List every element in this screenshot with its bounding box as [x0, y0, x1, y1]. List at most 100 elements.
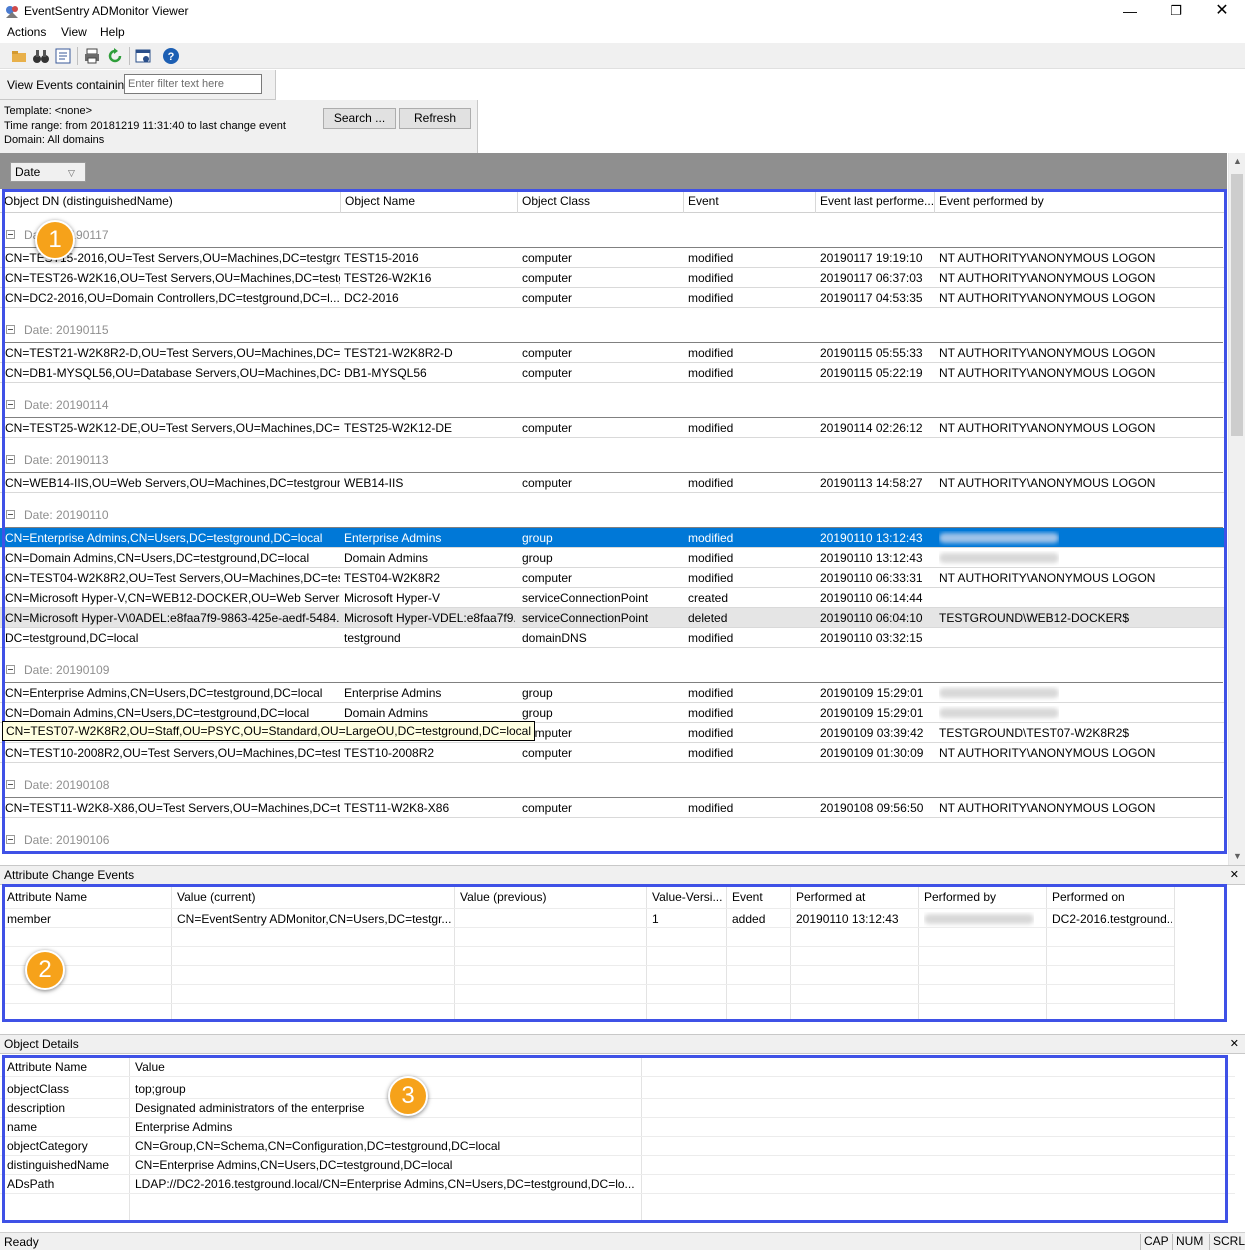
cell-performed-by — [939, 706, 1059, 721]
print-icon[interactable] — [83, 47, 101, 65]
col-performed-at-header[interactable]: Performed at — [796, 890, 865, 904]
cell-performed-at[interactable]: 20190110 13:12:43 — [796, 912, 899, 926]
table-row[interactable]: CN=TEST07-W2K8R2,OU=Staff,OU=PSYC,OU=Sta… — [0, 721, 1227, 743]
col-event-performed-by-header[interactable]: Event performed by — [935, 191, 1227, 213]
group-header-row[interactable]: Date: 20190117 — [0, 213, 1227, 248]
table-row[interactable]: CN=Enterprise Admins,CN=Users,DC=testgro… — [0, 683, 1227, 703]
table-row[interactable]: CN=TEST15-2016,OU=Test Servers,OU=Machin… — [0, 248, 1227, 268]
table-row[interactable]: ADsPath LDAP://DC2-2016.testground.local/… — [0, 1175, 1235, 1194]
group-header-row[interactable]: Date: 20190110 — [0, 493, 1227, 528]
table-row[interactable]: CN=Microsoft Hyper-V,CN=WEB12-DOCKER,OU=… — [0, 588, 1227, 608]
table-row[interactable]: CN=TEST26-W2K16,OU=Test Servers,OU=Machi… — [0, 268, 1227, 288]
col-value-current-header[interactable]: Value (current) — [177, 890, 255, 904]
collapse-icon[interactable] — [6, 325, 15, 334]
cell-event[interactable]: added — [732, 912, 765, 926]
table-row[interactable]: description Designated administrators of … — [0, 1099, 1235, 1118]
menu-actions[interactable]: Actions — [7, 25, 46, 39]
table-row[interactable]: CN=TEST25-W2K12-DE,OU=Test Servers,OU=Ma… — [0, 418, 1227, 438]
cell-object-class: computer — [522, 346, 573, 360]
group-header-row[interactable]: Date: 20190109 — [0, 648, 1227, 683]
col-performed-on-header[interactable]: Performed on — [1052, 890, 1125, 904]
cell-performed-on[interactable]: DC2-2016.testground... — [1052, 912, 1172, 926]
report-icon[interactable] — [54, 47, 72, 65]
help-icon[interactable]: ? — [162, 47, 180, 65]
collapse-icon[interactable] — [6, 780, 15, 789]
cell-performed-by: NT AUTHORITY\ANONYMOUS LOGON — [939, 801, 1156, 815]
col-attribute-name-header[interactable]: Attribute Name — [7, 1060, 87, 1074]
table-row[interactable]: CN=TEST11-W2K8-X86,OU=Test Servers,OU=Ma… — [0, 798, 1227, 818]
cell-event-time: 20190110 13:12:43 — [820, 551, 923, 565]
col-object-name-header[interactable]: Object Name — [341, 191, 518, 213]
group-by-area[interactable]: Date ▽ — [0, 153, 1227, 189]
cell-value-current[interactable]: CN=EventSentry ADMonitor,CN=Users,DC=tes… — [177, 912, 451, 926]
object-details-title: Object Details ✕ — [0, 1034, 1245, 1054]
table-row[interactable]: CN=TEST10-2008R2,OU=Test Servers,OU=Mach… — [0, 743, 1227, 763]
collapse-icon[interactable] — [6, 665, 15, 674]
group-header-row[interactable]: Date: 20190114 — [0, 383, 1227, 418]
column-divider — [171, 885, 172, 1021]
table-row[interactable]: CN=WEB14-IIS,OU=Web Servers,OU=Machines,… — [0, 473, 1227, 493]
col-event-header[interactable]: Event — [732, 890, 763, 904]
scroll-down-icon[interactable]: ▼ — [1229, 848, 1245, 865]
cell-attribute-name[interactable]: member — [7, 912, 51, 926]
table-row[interactable]: distinguishedName CN=Enterprise Admins,CN… — [0, 1156, 1235, 1175]
collapse-icon[interactable] — [6, 400, 15, 409]
collapse-icon[interactable] — [6, 455, 15, 464]
collapse-icon[interactable] — [6, 835, 15, 844]
col-object-dn-header[interactable]: Object DN (distinguishedName) — [0, 191, 341, 213]
col-value-previous-header[interactable]: Value (previous) — [460, 890, 546, 904]
collapse-icon[interactable] — [6, 230, 15, 239]
collapse-icon[interactable] — [6, 510, 15, 519]
window-icon[interactable] — [134, 47, 152, 65]
table-row[interactable]: CN=TEST21-W2K8R2-D,OU=Test Servers,OU=Ma… — [0, 343, 1227, 363]
table-row[interactable]: CN=Domain Admins,CN=Users,DC=testground,… — [0, 703, 1227, 723]
col-value-version-header[interactable]: Value-Versi... — [652, 890, 722, 904]
table-row[interactable]: CN=Domain Admins,CN=Users,DC=testground,… — [0, 548, 1227, 568]
cell-object-class: computer — [522, 366, 573, 380]
pin-icon[interactable]: ✕ — [1230, 1035, 1239, 1053]
cell-object-dn: CN=Microsoft Hyper-V,CN=WEB12-DOCKER,OU=… — [5, 591, 340, 605]
pin-icon[interactable]: ✕ — [1230, 866, 1239, 884]
table-row[interactable]: objectCategory CN=Group,CN=Schema,CN=Conf… — [0, 1137, 1235, 1156]
table-row[interactable]: CN=TEST04-W2K8R2,OU=Test Servers,OU=Mach… — [0, 568, 1227, 588]
binoculars-icon[interactable] — [32, 47, 50, 65]
group-header-row[interactable]: Date: 20190106 — [0, 818, 1227, 853]
query-info-panel: Template: <none> Time range: from 201812… — [0, 100, 478, 153]
scrollbar-thumb[interactable] — [1231, 174, 1243, 436]
table-row[interactable]: CN=DB1-MYSQL56,OU=Database Servers,OU=Ma… — [0, 363, 1227, 383]
cell-object-class: group — [522, 551, 553, 565]
col-event-last-performed-header[interactable]: Event last performe... — [816, 191, 935, 213]
col-attribute-name-header[interactable]: Attribute Name — [7, 890, 87, 904]
table-row[interactable]: CN=Microsoft Hyper-V\0ADEL:e8faa7f9-9863… — [0, 608, 1227, 628]
cell-object-class: group — [522, 706, 553, 720]
minimize-button[interactable]: — — [1107, 0, 1153, 22]
group-header-row[interactable]: Date: 20190108 — [0, 763, 1227, 798]
menu-help[interactable]: Help — [100, 25, 125, 39]
cell-attribute-name: distinguishedName — [7, 1158, 110, 1172]
scroll-up-icon[interactable]: ▲ — [1229, 153, 1245, 170]
refresh-button[interactable]: Refresh — [399, 108, 471, 129]
group-header-row[interactable]: Date: 20190115 — [0, 308, 1227, 343]
cell-performed-by[interactable] — [924, 912, 1034, 927]
cell-value-version[interactable]: 1 — [652, 912, 659, 926]
table-row[interactable]: CN=Enterprise Admins,CN=Users,DC=testgro… — [0, 528, 1227, 548]
col-value-header[interactable]: Value — [135, 1060, 165, 1074]
table-row[interactable]: objectClass top;group — [0, 1080, 1235, 1099]
col-event-header[interactable]: Event — [684, 191, 816, 213]
group-by-date-chip[interactable]: Date ▽ — [10, 162, 86, 182]
search-button[interactable]: Search ... — [323, 108, 396, 129]
maximize-button[interactable]: ❐ — [1153, 0, 1199, 22]
table-row[interactable]: CN=DC2-2016,OU=Domain Controllers,DC=tes… — [0, 288, 1227, 308]
open-icon[interactable] — [10, 47, 28, 65]
refresh-icon[interactable] — [106, 47, 124, 65]
close-button[interactable]: ✕ — [1199, 0, 1245, 22]
col-object-class-header[interactable]: Object Class — [518, 191, 684, 213]
table-row[interactable]: name Enterprise Admins — [0, 1118, 1235, 1137]
menu-view[interactable]: View — [61, 25, 87, 39]
toolbar-separator — [129, 47, 130, 65]
col-performed-by-header[interactable]: Performed by — [924, 890, 996, 904]
filter-input[interactable] — [124, 74, 262, 94]
table-row[interactable]: DC=testground,DC=local testground domainDN… — [0, 628, 1227, 648]
events-grid-scrollbar[interactable]: ▲ ▼ — [1228, 153, 1245, 865]
group-header-row[interactable]: Date: 20190113 — [0, 438, 1227, 473]
